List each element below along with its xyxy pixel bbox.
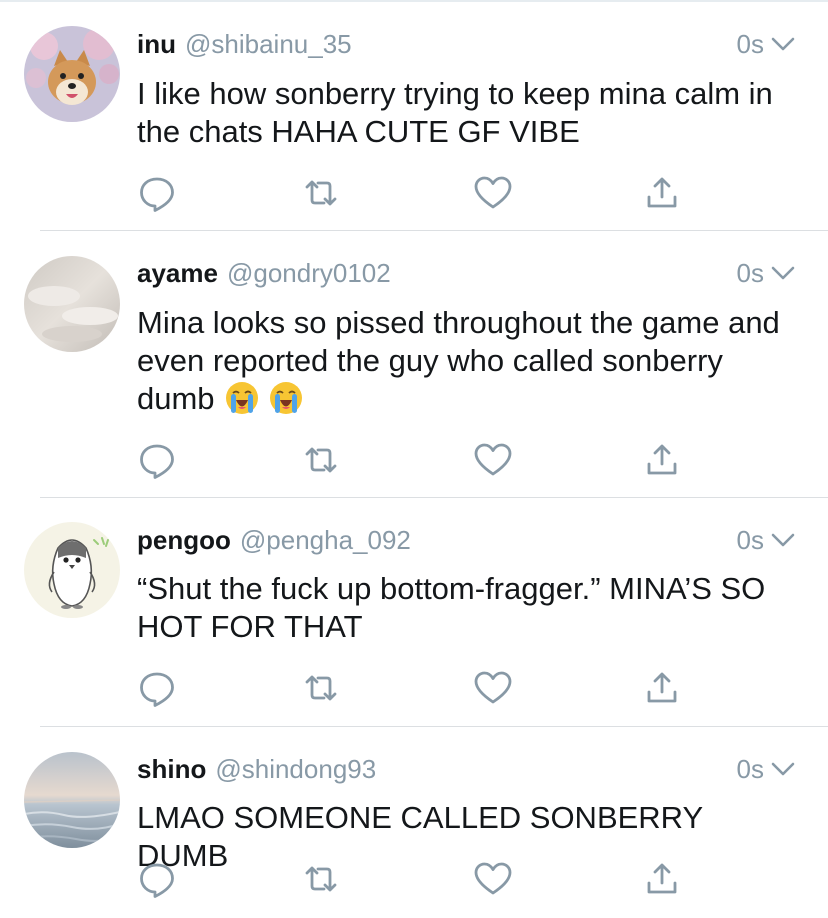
share-button[interactable]: [642, 440, 682, 480]
share-icon: [647, 863, 677, 894]
like-icon: [474, 443, 512, 476]
tweet-actions: [137, 668, 697, 708]
tweet-text: “Shut the fuck up bottom-fragger.” MINA’…: [137, 571, 766, 644]
avatar-image-seascape: [24, 752, 120, 848]
reply-button[interactable]: [137, 859, 177, 899]
avatar-image-clouds: [24, 256, 120, 352]
retweet-button[interactable]: [301, 440, 341, 480]
retweet-button[interactable]: [301, 668, 341, 708]
share-button[interactable]: [642, 173, 682, 213]
avatar[interactable]: [24, 522, 120, 618]
tweet-text: Mina looks so pissed throughout the game…: [137, 304, 797, 418]
retweet-button[interactable]: [301, 859, 341, 899]
tweet-header: inu @shibainu_35 0s: [137, 27, 798, 61]
username[interactable]: @shibainu_35: [185, 29, 352, 60]
timestamp: 0s: [736, 28, 764, 59]
tweet-actions: [137, 173, 697, 213]
avatar-image-penguin: [24, 522, 120, 618]
chevron-down-icon[interactable]: [770, 528, 796, 552]
reply-icon: [140, 444, 174, 479]
like-icon: [474, 671, 512, 704]
like-button[interactable]: [473, 668, 513, 708]
share-button[interactable]: [642, 668, 682, 708]
avatar[interactable]: [24, 26, 120, 122]
retweet-icon: [305, 675, 337, 701]
top-border: [0, 0, 828, 2]
tweet-text: I like how sonberry trying to keep mina …: [137, 76, 773, 149]
like-button[interactable]: [473, 173, 513, 213]
loudly-crying-face-icon: [225, 382, 258, 414]
share-icon: [647, 672, 677, 703]
retweet-icon: [305, 447, 337, 473]
like-button[interactable]: [473, 440, 513, 480]
retweet-icon: [305, 866, 337, 892]
display-name[interactable]: ayame: [137, 258, 218, 289]
share-icon: [647, 444, 677, 475]
chevron-down-icon[interactable]: [770, 261, 796, 285]
reply-icon: [140, 672, 174, 707]
display-name[interactable]: inu: [137, 29, 176, 60]
timestamp: 0s: [736, 524, 764, 555]
chevron-down-icon[interactable]: [770, 32, 796, 56]
username[interactable]: @pengha_092: [240, 525, 411, 556]
tweet-header: pengoo @pengha_092 0s: [137, 523, 798, 557]
tweet-actions: [137, 859, 697, 899]
display-name[interactable]: pengoo: [137, 525, 231, 556]
reply-icon: [140, 863, 174, 898]
tweet-header: shino @shindong93 0s: [137, 752, 798, 786]
avatar[interactable]: [24, 752, 120, 848]
username[interactable]: @shindong93: [215, 754, 376, 785]
retweet-icon: [305, 180, 337, 206]
like-button[interactable]: [473, 859, 513, 899]
reply-button[interactable]: [137, 668, 177, 708]
display-name[interactable]: shino: [137, 754, 206, 785]
avatar-image-shiba-dog: [24, 26, 120, 122]
share-button[interactable]: [642, 859, 682, 899]
retweet-button[interactable]: [301, 173, 341, 213]
reply-icon: [140, 177, 174, 212]
like-icon: [474, 862, 512, 895]
username[interactable]: @gondry0102: [227, 258, 391, 289]
divider: [40, 230, 828, 231]
timestamp: 0s: [736, 753, 764, 784]
share-icon: [647, 177, 677, 208]
loudly-crying-face-icon: [269, 382, 302, 414]
avatar[interactable]: [24, 256, 120, 352]
chevron-down-icon[interactable]: [770, 757, 796, 781]
like-icon: [474, 176, 512, 209]
reply-button[interactable]: [137, 173, 177, 213]
divider: [40, 497, 828, 498]
divider: [40, 726, 828, 727]
timestamp: 0s: [736, 257, 764, 288]
reply-button[interactable]: [137, 440, 177, 480]
tweet-actions: [137, 440, 697, 480]
tweet-header: ayame @gondry0102 0s: [137, 256, 798, 290]
